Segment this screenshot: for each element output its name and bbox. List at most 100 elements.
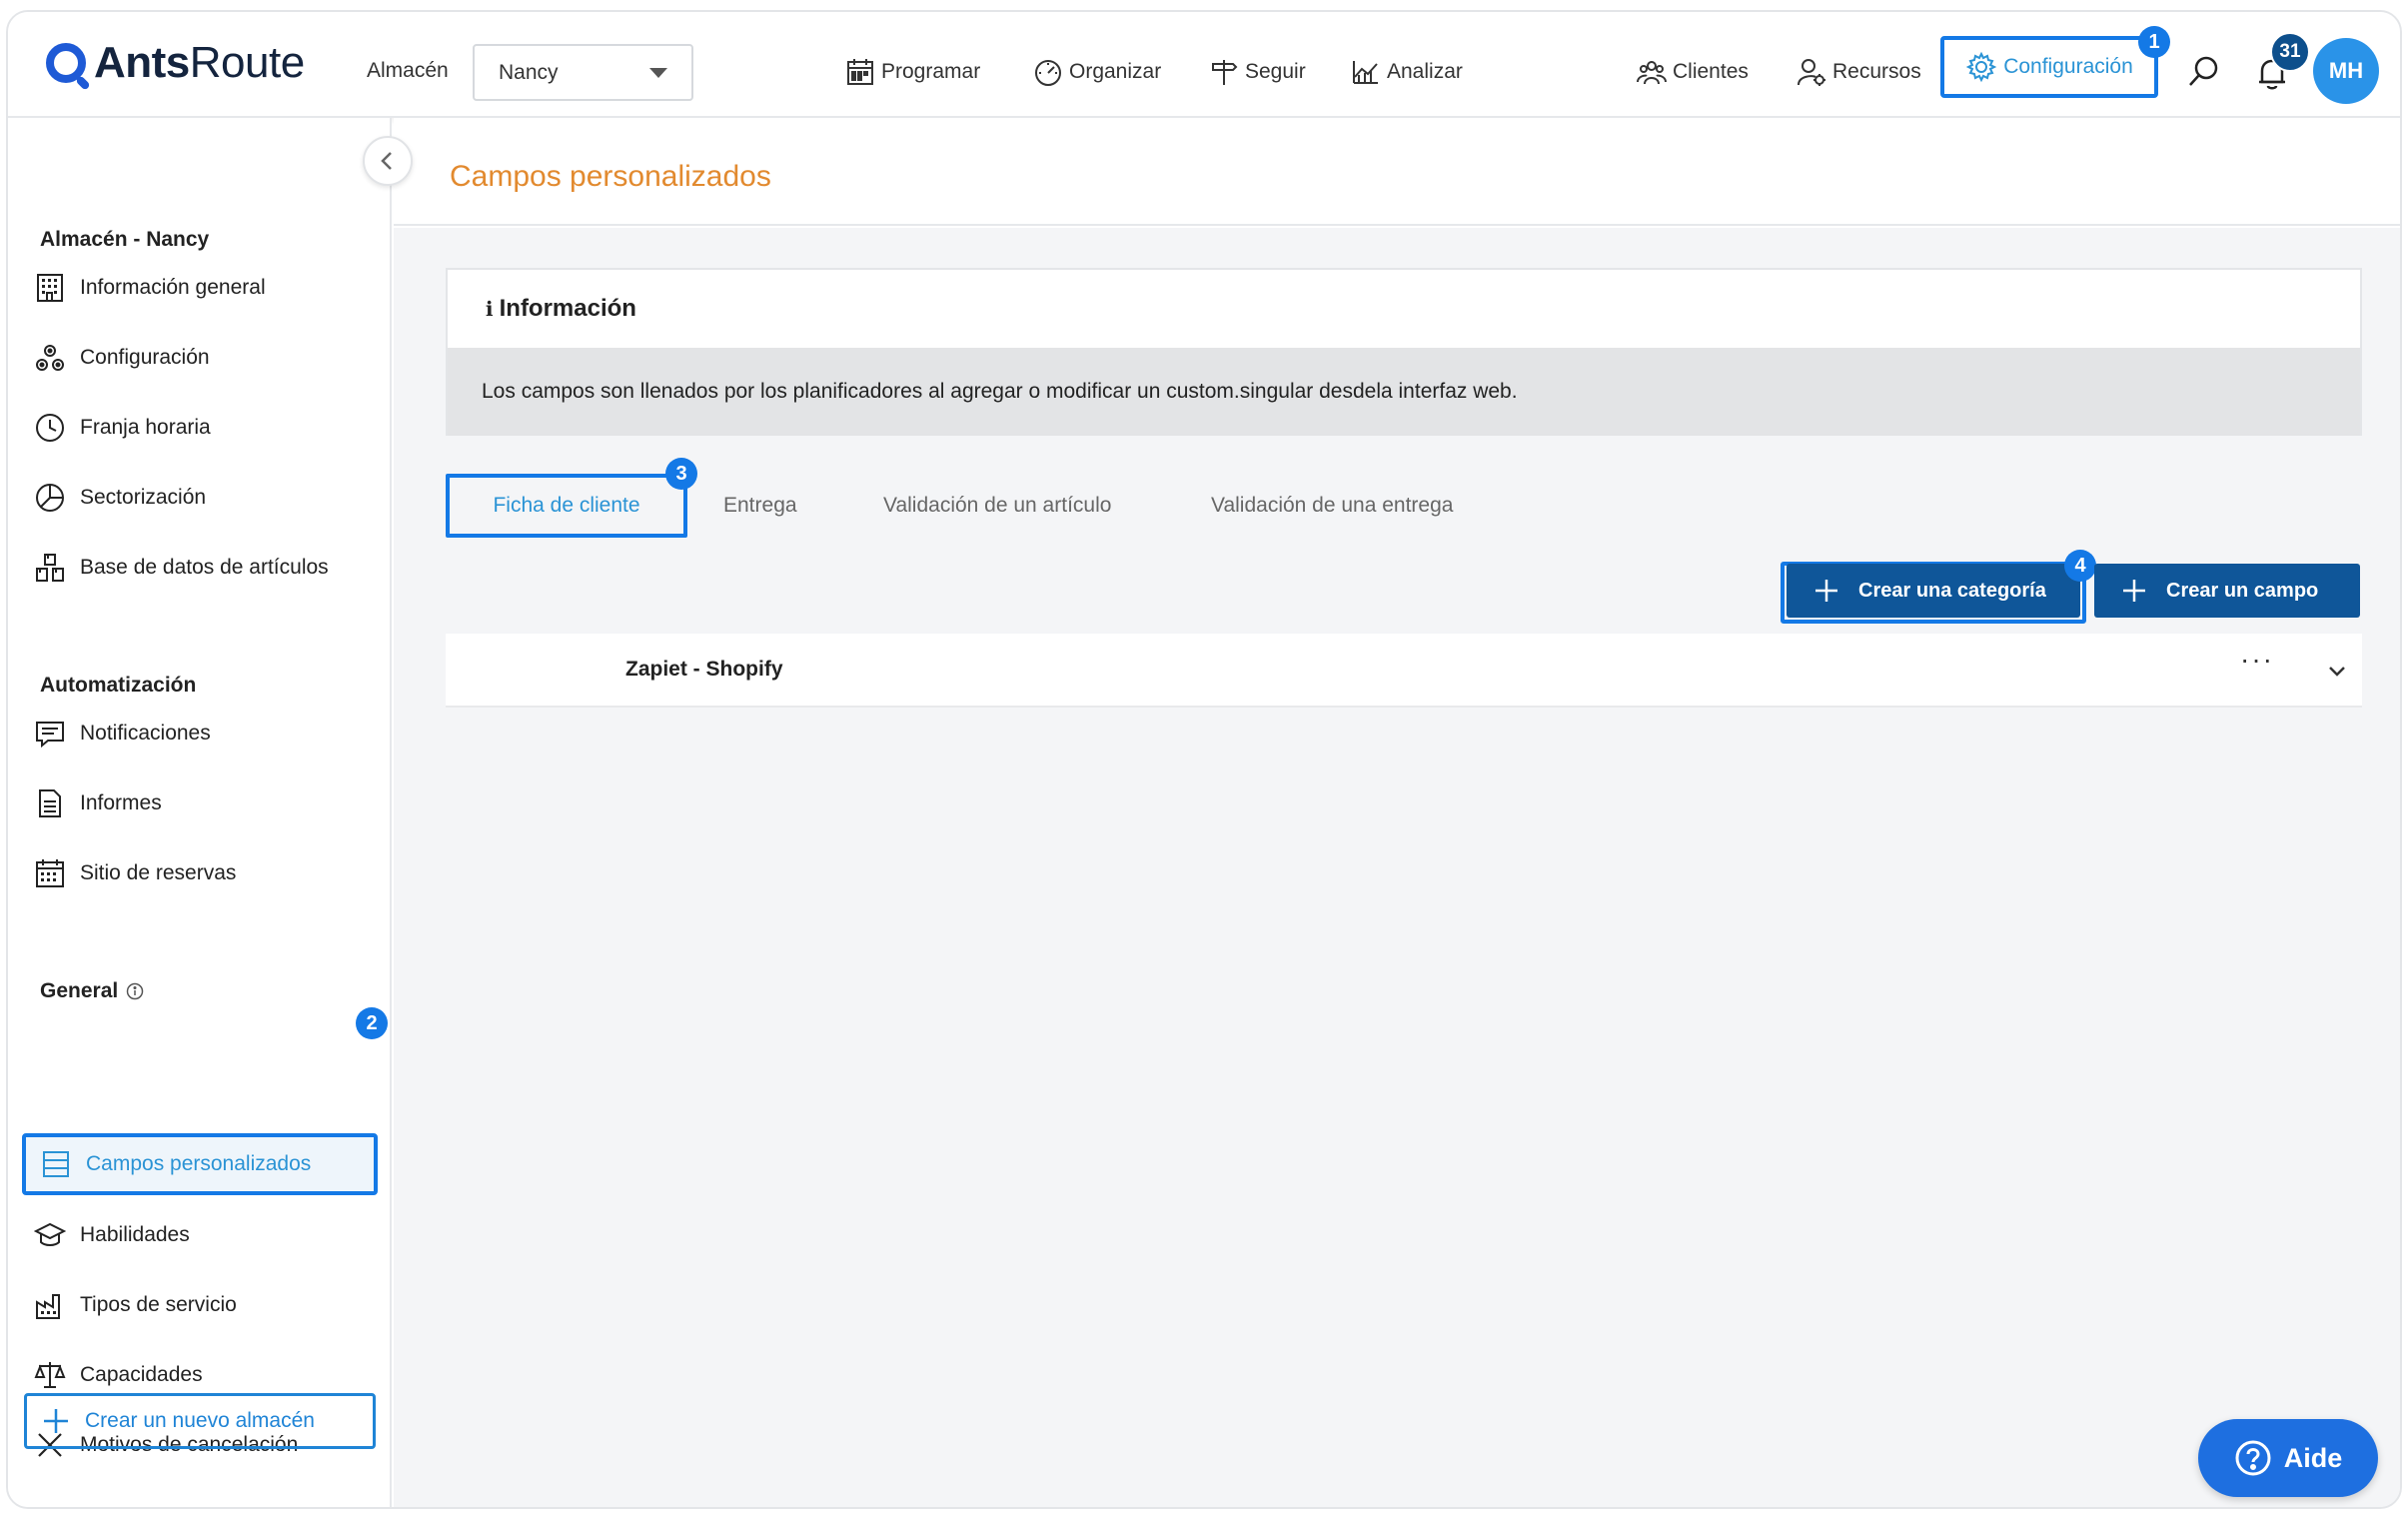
users-group-icon	[1637, 61, 1667, 85]
sidebar-item-configuracion[interactable]: Configuración	[34, 338, 210, 378]
tab-label: Ficha de cliente	[493, 494, 640, 517]
tab-entrega[interactable]: Entrega	[723, 494, 797, 518]
sidebar-heading-warehouse: Almacén - Nancy	[40, 228, 210, 251]
sidebar-item-informes[interactable]: Informes	[34, 783, 162, 823]
step-badge-4: 4	[2064, 550, 2096, 582]
pie-chart-icon	[36, 484, 64, 512]
info-card-title: Información	[499, 295, 636, 322]
notification-count-badge: 31	[2270, 32, 2310, 72]
sidebar-item-label: Informes	[80, 791, 162, 814]
chevron-down-icon[interactable]	[2326, 660, 2348, 682]
sidebar-item-notificaciones[interactable]: Notificaciones	[34, 714, 211, 754]
logo-mark-icon	[46, 43, 86, 83]
category-row[interactable]: Zapiet - Shopify ···	[446, 634, 2362, 708]
help-button-label: Aide	[2283, 1442, 2343, 1473]
info-card-text: Los campos son llenados por los planific…	[448, 348, 2360, 436]
sidebar-item-label: Información general	[80, 276, 266, 299]
gears-icon	[36, 345, 64, 371]
nav-clientes-label: Clientes	[1673, 60, 1749, 83]
create-field-label: Crear un campo	[2166, 579, 2319, 602]
document-icon	[39, 789, 61, 817]
user-gear-icon	[1798, 59, 1825, 86]
nav-programar[interactable]: Programar	[845, 56, 980, 88]
create-warehouse-label: Crear un nuevo almacén	[85, 1409, 315, 1432]
calendar-icon	[36, 859, 64, 887]
boxes-icon	[36, 554, 64, 582]
sidebar-heading-general: General	[40, 979, 144, 1003]
collapse-sidebar-button[interactable]	[363, 136, 413, 186]
warehouse-select[interactable]: Nancy	[473, 44, 693, 101]
more-options-icon[interactable]: ···	[2240, 644, 2274, 676]
sidebar-item-label: Capacidades	[80, 1363, 203, 1386]
signpost-icon	[1212, 60, 1238, 85]
sidebar: Almacén - Nancy Información general Conf…	[8, 118, 392, 1507]
form-fields-icon	[43, 1151, 69, 1177]
calendar-icon	[847, 59, 873, 85]
tab-ficha-de-cliente[interactable]: Ficha de cliente	[446, 474, 687, 538]
help-button[interactable]: Aide	[2198, 1419, 2378, 1497]
factory-icon	[36, 1294, 60, 1319]
info-circle-icon	[126, 982, 144, 1000]
info-card: ℹ Información Los campos son llenados po…	[446, 268, 2362, 436]
nav-analizar-label: Analizar	[1387, 60, 1463, 83]
info-card-header: ℹ Información	[448, 270, 2360, 348]
building-icon	[37, 274, 63, 302]
sidebar-item-habilidades[interactable]: Habilidades	[34, 1215, 190, 1255]
graduation-cap-icon	[34, 1222, 66, 1246]
user-avatar[interactable]: MH	[2313, 38, 2379, 104]
sidebar-item-tipos-servicio[interactable]: Tipos de servicio	[34, 1285, 237, 1325]
top-bar: AntsRoute Almacén Nancy Programar Organi…	[8, 12, 2400, 118]
step-badge-3: 3	[665, 458, 697, 490]
create-category-button[interactable]: Crear una categoría	[1787, 564, 2080, 618]
app-window: AntsRoute Almacén Nancy Programar Organi…	[6, 10, 2402, 1509]
nav-recursos-label: Recursos	[1832, 60, 1921, 83]
plus-icon	[1815, 580, 1837, 602]
sidebar-item-label: Sitio de reservas	[80, 861, 237, 884]
nav-recursos[interactable]: Recursos	[1797, 56, 1921, 88]
sidebar-item-franja-horaria[interactable]: Franja horaria	[34, 408, 211, 448]
tab-validacion-articulo[interactable]: Validación de un artículo	[883, 494, 1111, 518]
caret-down-icon	[649, 67, 667, 78]
sidebar-item-label: Base de datos de artículos	[80, 556, 329, 579]
sidebar-item-sitio-reservas[interactable]: Sitio de reservas	[34, 853, 236, 893]
sidebar-item-base-datos-articulos[interactable]: Base de datos de artículos	[34, 548, 329, 588]
nav-seguir[interactable]: Seguir	[1209, 56, 1306, 88]
nav-seguir-label: Seguir	[1245, 60, 1306, 83]
step-badge-2: 2	[356, 1007, 388, 1039]
nav-configuracion[interactable]: Configuración	[1940, 36, 2158, 98]
logo-text: AntsRoute	[94, 38, 305, 87]
create-field-button[interactable]: Crear un campo	[2094, 564, 2360, 618]
sidebar-heading-automation: Automatización	[40, 674, 197, 697]
sidebar-item-sectorizacion[interactable]: Sectorización	[34, 478, 206, 518]
warehouse-label: Almacén	[367, 59, 449, 82]
question-circle-icon	[2235, 1440, 2271, 1476]
create-category-label: Crear una categoría	[1858, 579, 2046, 602]
search-icon[interactable]	[2186, 54, 2222, 90]
scale-icon	[34, 1362, 66, 1388]
sidebar-item-informacion-general[interactable]: Información general	[34, 268, 266, 308]
step-badge-1: 1	[2138, 26, 2170, 58]
nav-organizar[interactable]: Organizar	[1033, 56, 1161, 88]
category-name: Zapiet - Shopify	[625, 658, 783, 681]
warehouse-select-value: Nancy	[499, 60, 559, 84]
plus-icon	[44, 1409, 68, 1433]
page-title-bar: Campos personalizados	[394, 118, 2400, 226]
chart-icon	[1353, 61, 1378, 84]
nav-configuracion-label: Configuración	[2003, 55, 2133, 78]
message-icon	[36, 722, 64, 749]
create-warehouse-button[interactable]: Crear un nuevo almacén	[24, 1393, 376, 1449]
antsroute-logo[interactable]: AntsRoute	[46, 38, 305, 88]
tab-validacion-entrega[interactable]: Validación de una entrega	[1211, 494, 1453, 518]
info-icon: ℹ	[486, 298, 494, 321]
clock-icon	[36, 414, 64, 442]
sidebar-item-label: Habilidades	[80, 1223, 190, 1246]
plus-icon	[2123, 580, 2145, 602]
nav-organizar-label: Organizar	[1069, 60, 1162, 83]
nav-clientes[interactable]: Clientes	[1637, 56, 1749, 88]
sidebar-item-label: Sectorización	[80, 486, 207, 509]
sidebar-item-capacidades[interactable]: Capacidades	[34, 1355, 203, 1395]
sidebar-item-campos-personalizados[interactable]: Campos personalizados	[22, 1133, 378, 1195]
gear-icon	[1965, 51, 1997, 83]
sidebar-item-label: Configuración	[80, 346, 210, 369]
nav-analizar[interactable]: Analizar	[1351, 56, 1463, 88]
